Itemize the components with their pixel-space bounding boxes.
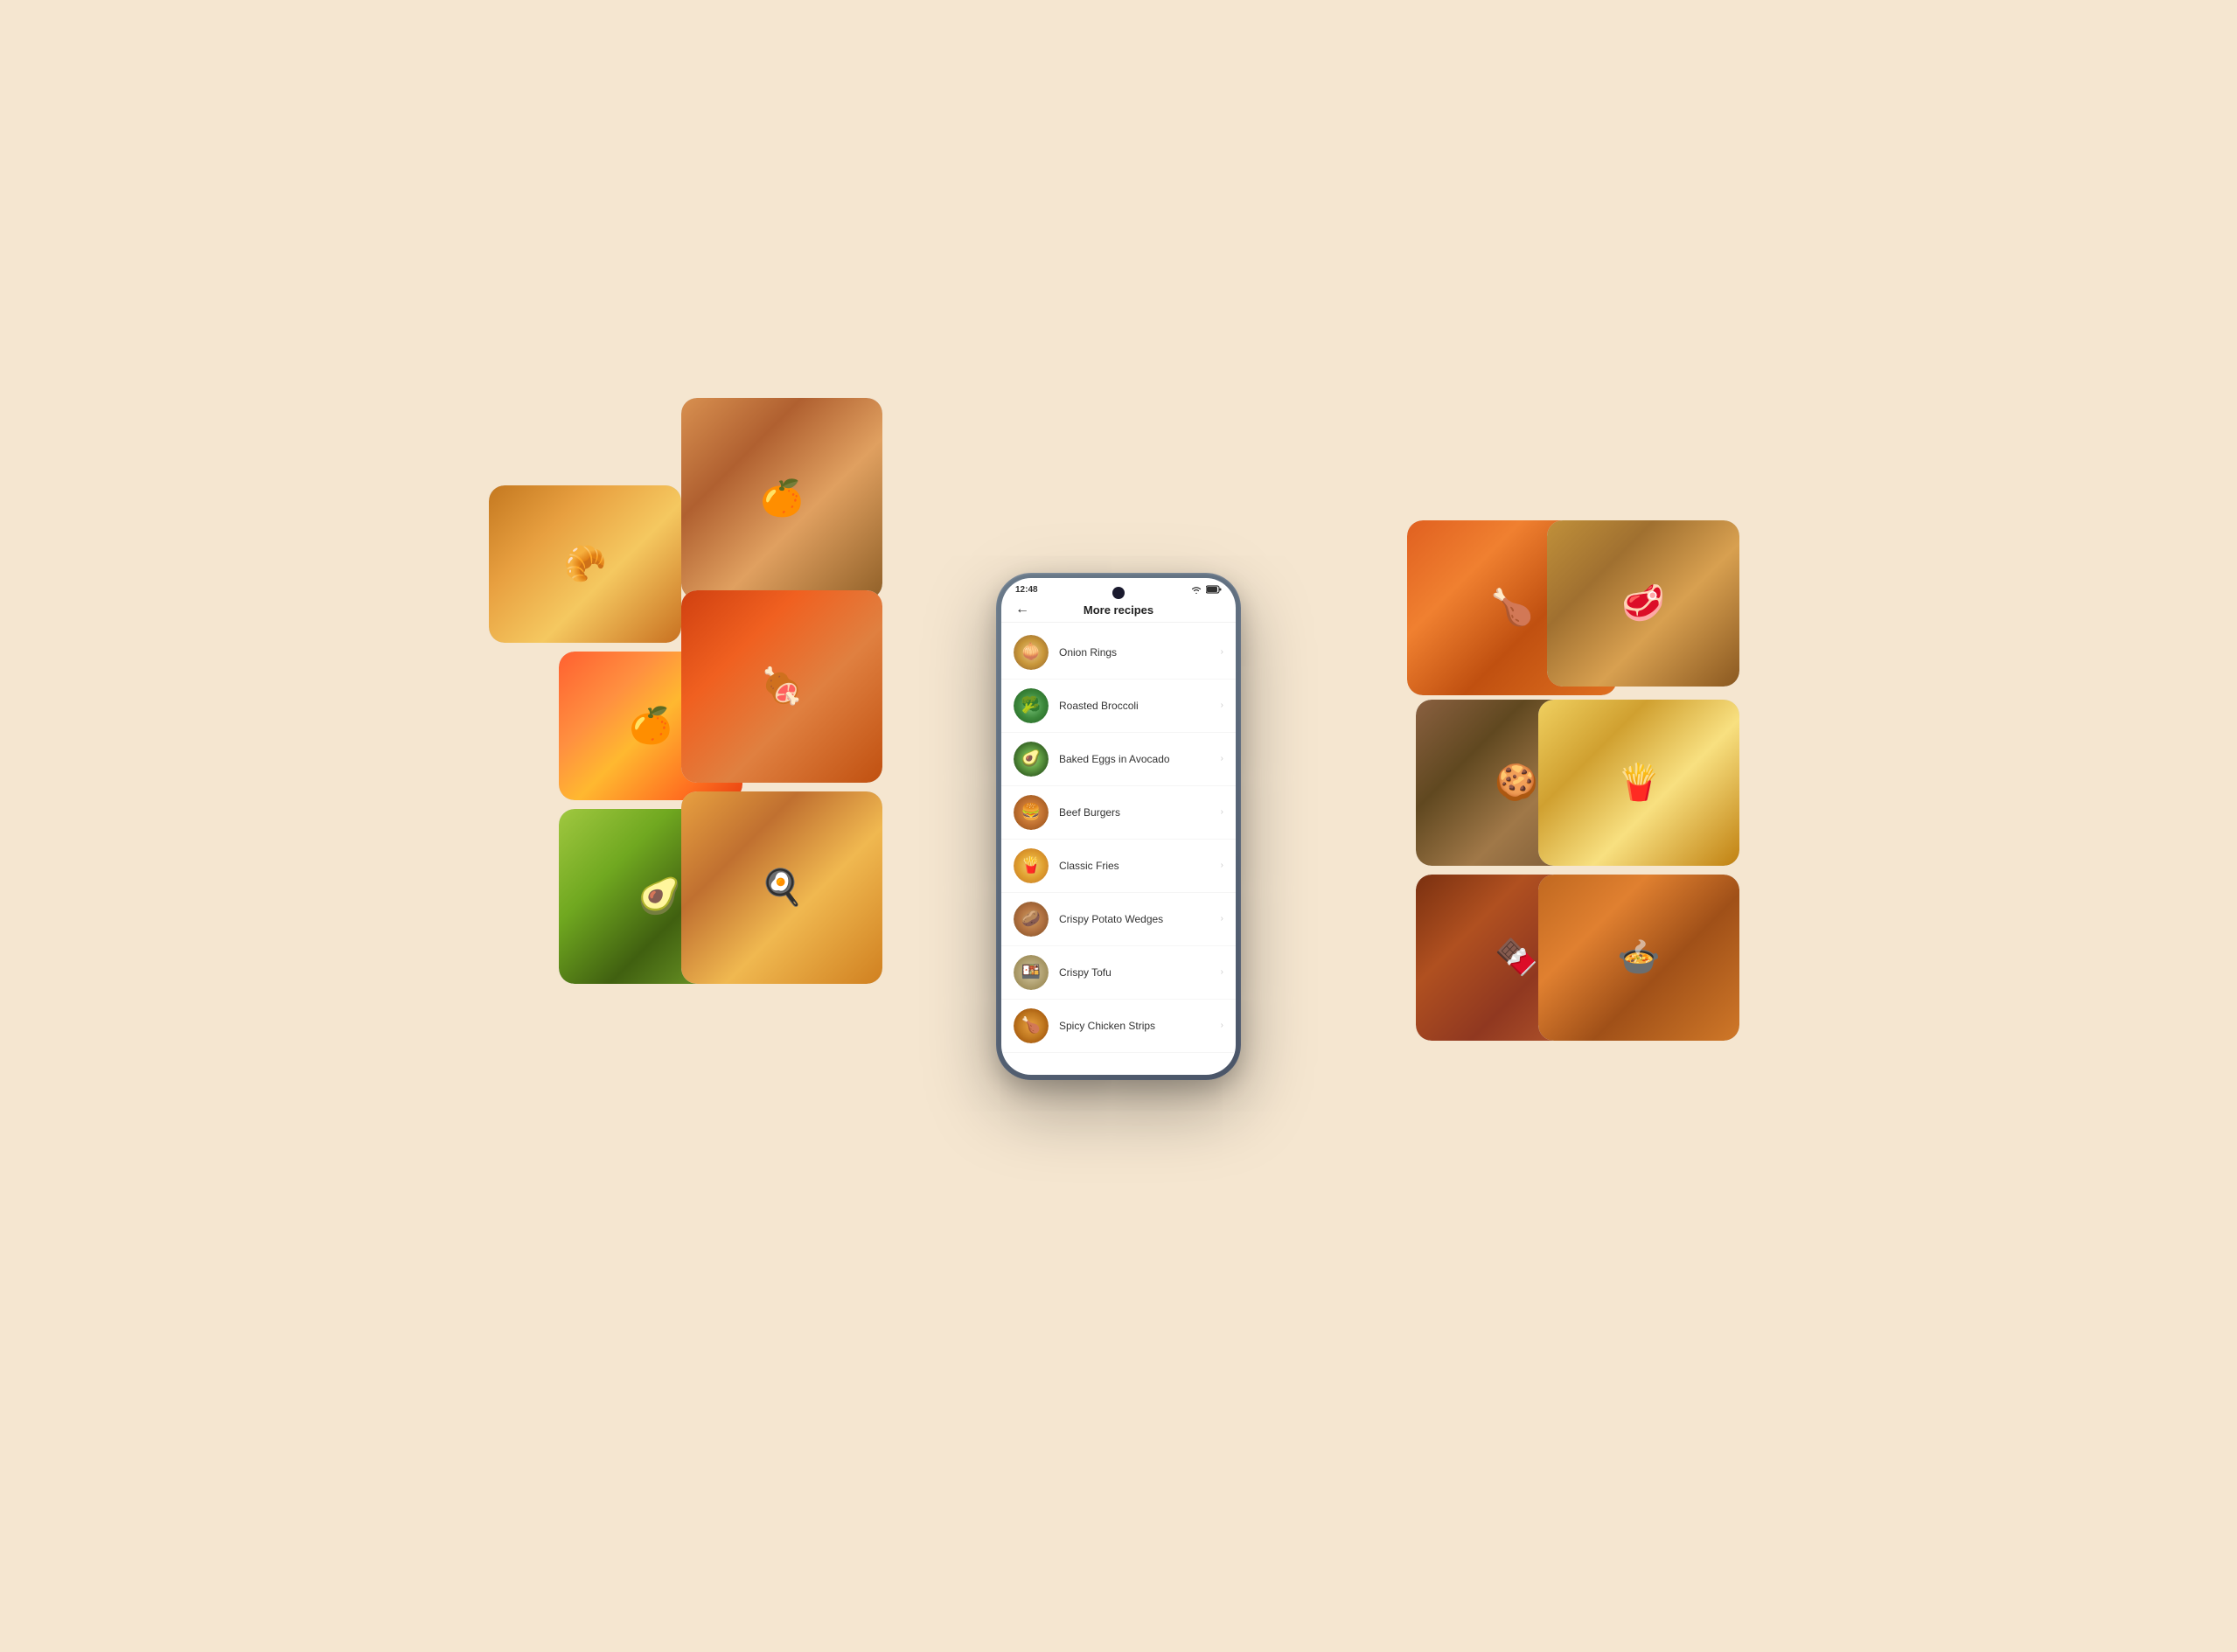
- recipe-thumb-3: 🥑: [1014, 742, 1049, 777]
- recipe-thumb-6: 🥔: [1014, 902, 1049, 937]
- recipe-list[interactable]: 🧅 Onion Rings › 🥦 Roasted Broccoli › 🥑 Baked Eg…: [1001, 623, 1236, 1058]
- food-image-12: 🍲: [1538, 875, 1739, 1041]
- recipe-chevron-1: ›: [1221, 647, 1223, 657]
- recipe-name-8: Spicy Chicken Strips: [1059, 1020, 1214, 1032]
- battery-icon: [1206, 585, 1222, 594]
- phone-outer: 12:48: [996, 573, 1241, 1080]
- recipe-item-7[interactable]: 🍱 Crispy Tofu ›: [1001, 946, 1236, 1000]
- recipe-name-1: Onion Rings: [1059, 646, 1214, 659]
- food-image-4: 🍖: [681, 590, 882, 783]
- phone: 12:48: [996, 573, 1241, 1080]
- status-icons: [1190, 585, 1222, 594]
- recipe-thumb-2: 🥦: [1014, 688, 1049, 723]
- recipe-chevron-7: ›: [1221, 967, 1223, 977]
- recipe-chevron-6: ›: [1221, 914, 1223, 924]
- recipe-thumb-4: 🍔: [1014, 795, 1049, 830]
- recipe-chevron-3: ›: [1221, 754, 1223, 763]
- recipe-name-7: Crispy Tofu: [1059, 966, 1214, 979]
- recipe-name-2: Roasted Broccoli: [1059, 700, 1214, 712]
- recipe-item-1[interactable]: 🧅 Onion Rings ›: [1001, 626, 1236, 680]
- recipe-thumb-5: 🍟: [1014, 848, 1049, 883]
- recipe-item-4[interactable]: 🍔 Beef Burgers ›: [1001, 786, 1236, 840]
- food-image-10: 🍟: [1538, 700, 1739, 866]
- recipe-item-8[interactable]: 🍗 Spicy Chicken Strips ›: [1001, 1000, 1236, 1053]
- nav-title: More recipes: [1084, 603, 1153, 617]
- nav-bar: ← More recipes: [1001, 598, 1236, 623]
- recipe-name-5: Classic Fries: [1059, 860, 1214, 872]
- wifi-icon: [1190, 585, 1202, 594]
- recipe-item-5[interactable]: 🍟 Classic Fries ›: [1001, 840, 1236, 893]
- recipe-thumb-1: 🧅: [1014, 635, 1049, 670]
- status-time: 12:48: [1015, 585, 1038, 595]
- recipe-name-3: Baked Eggs in Avocado: [1059, 753, 1214, 765]
- food-image-6: 🍊: [681, 398, 882, 599]
- recipe-item-6[interactable]: 🥔 Crispy Potato Wedges ›: [1001, 893, 1236, 946]
- recipe-name-4: Beef Burgers: [1059, 806, 1214, 819]
- recipe-thumb-8: 🍗: [1014, 1008, 1049, 1043]
- back-button[interactable]: ←: [1015, 602, 1029, 617]
- recipe-chevron-5: ›: [1221, 861, 1223, 870]
- food-image-1: 🥐: [489, 485, 681, 643]
- recipe-item-2[interactable]: 🥦 Roasted Broccoli ›: [1001, 680, 1236, 733]
- recipe-chevron-2: ›: [1221, 701, 1223, 710]
- recipe-chevron-4: ›: [1221, 807, 1223, 817]
- recipe-item-3[interactable]: 🥑 Baked Eggs in Avocado ›: [1001, 733, 1236, 786]
- phone-screen: 12:48: [1001, 578, 1236, 1075]
- food-image-8: 🥩: [1547, 520, 1739, 687]
- recipe-chevron-8: ›: [1221, 1021, 1223, 1030]
- recipe-thumb-7: 🍱: [1014, 955, 1049, 990]
- food-image-5: 🍳: [681, 791, 882, 984]
- recipe-name-6: Crispy Potato Wedges: [1059, 913, 1214, 925]
- scene: 🥐 🍊 🍊 🍖 🥑 🍳 🍗 🥩 🍪 🍟 🍫 🍲: [506, 345, 1731, 1307]
- camera-hole: [1112, 587, 1125, 599]
